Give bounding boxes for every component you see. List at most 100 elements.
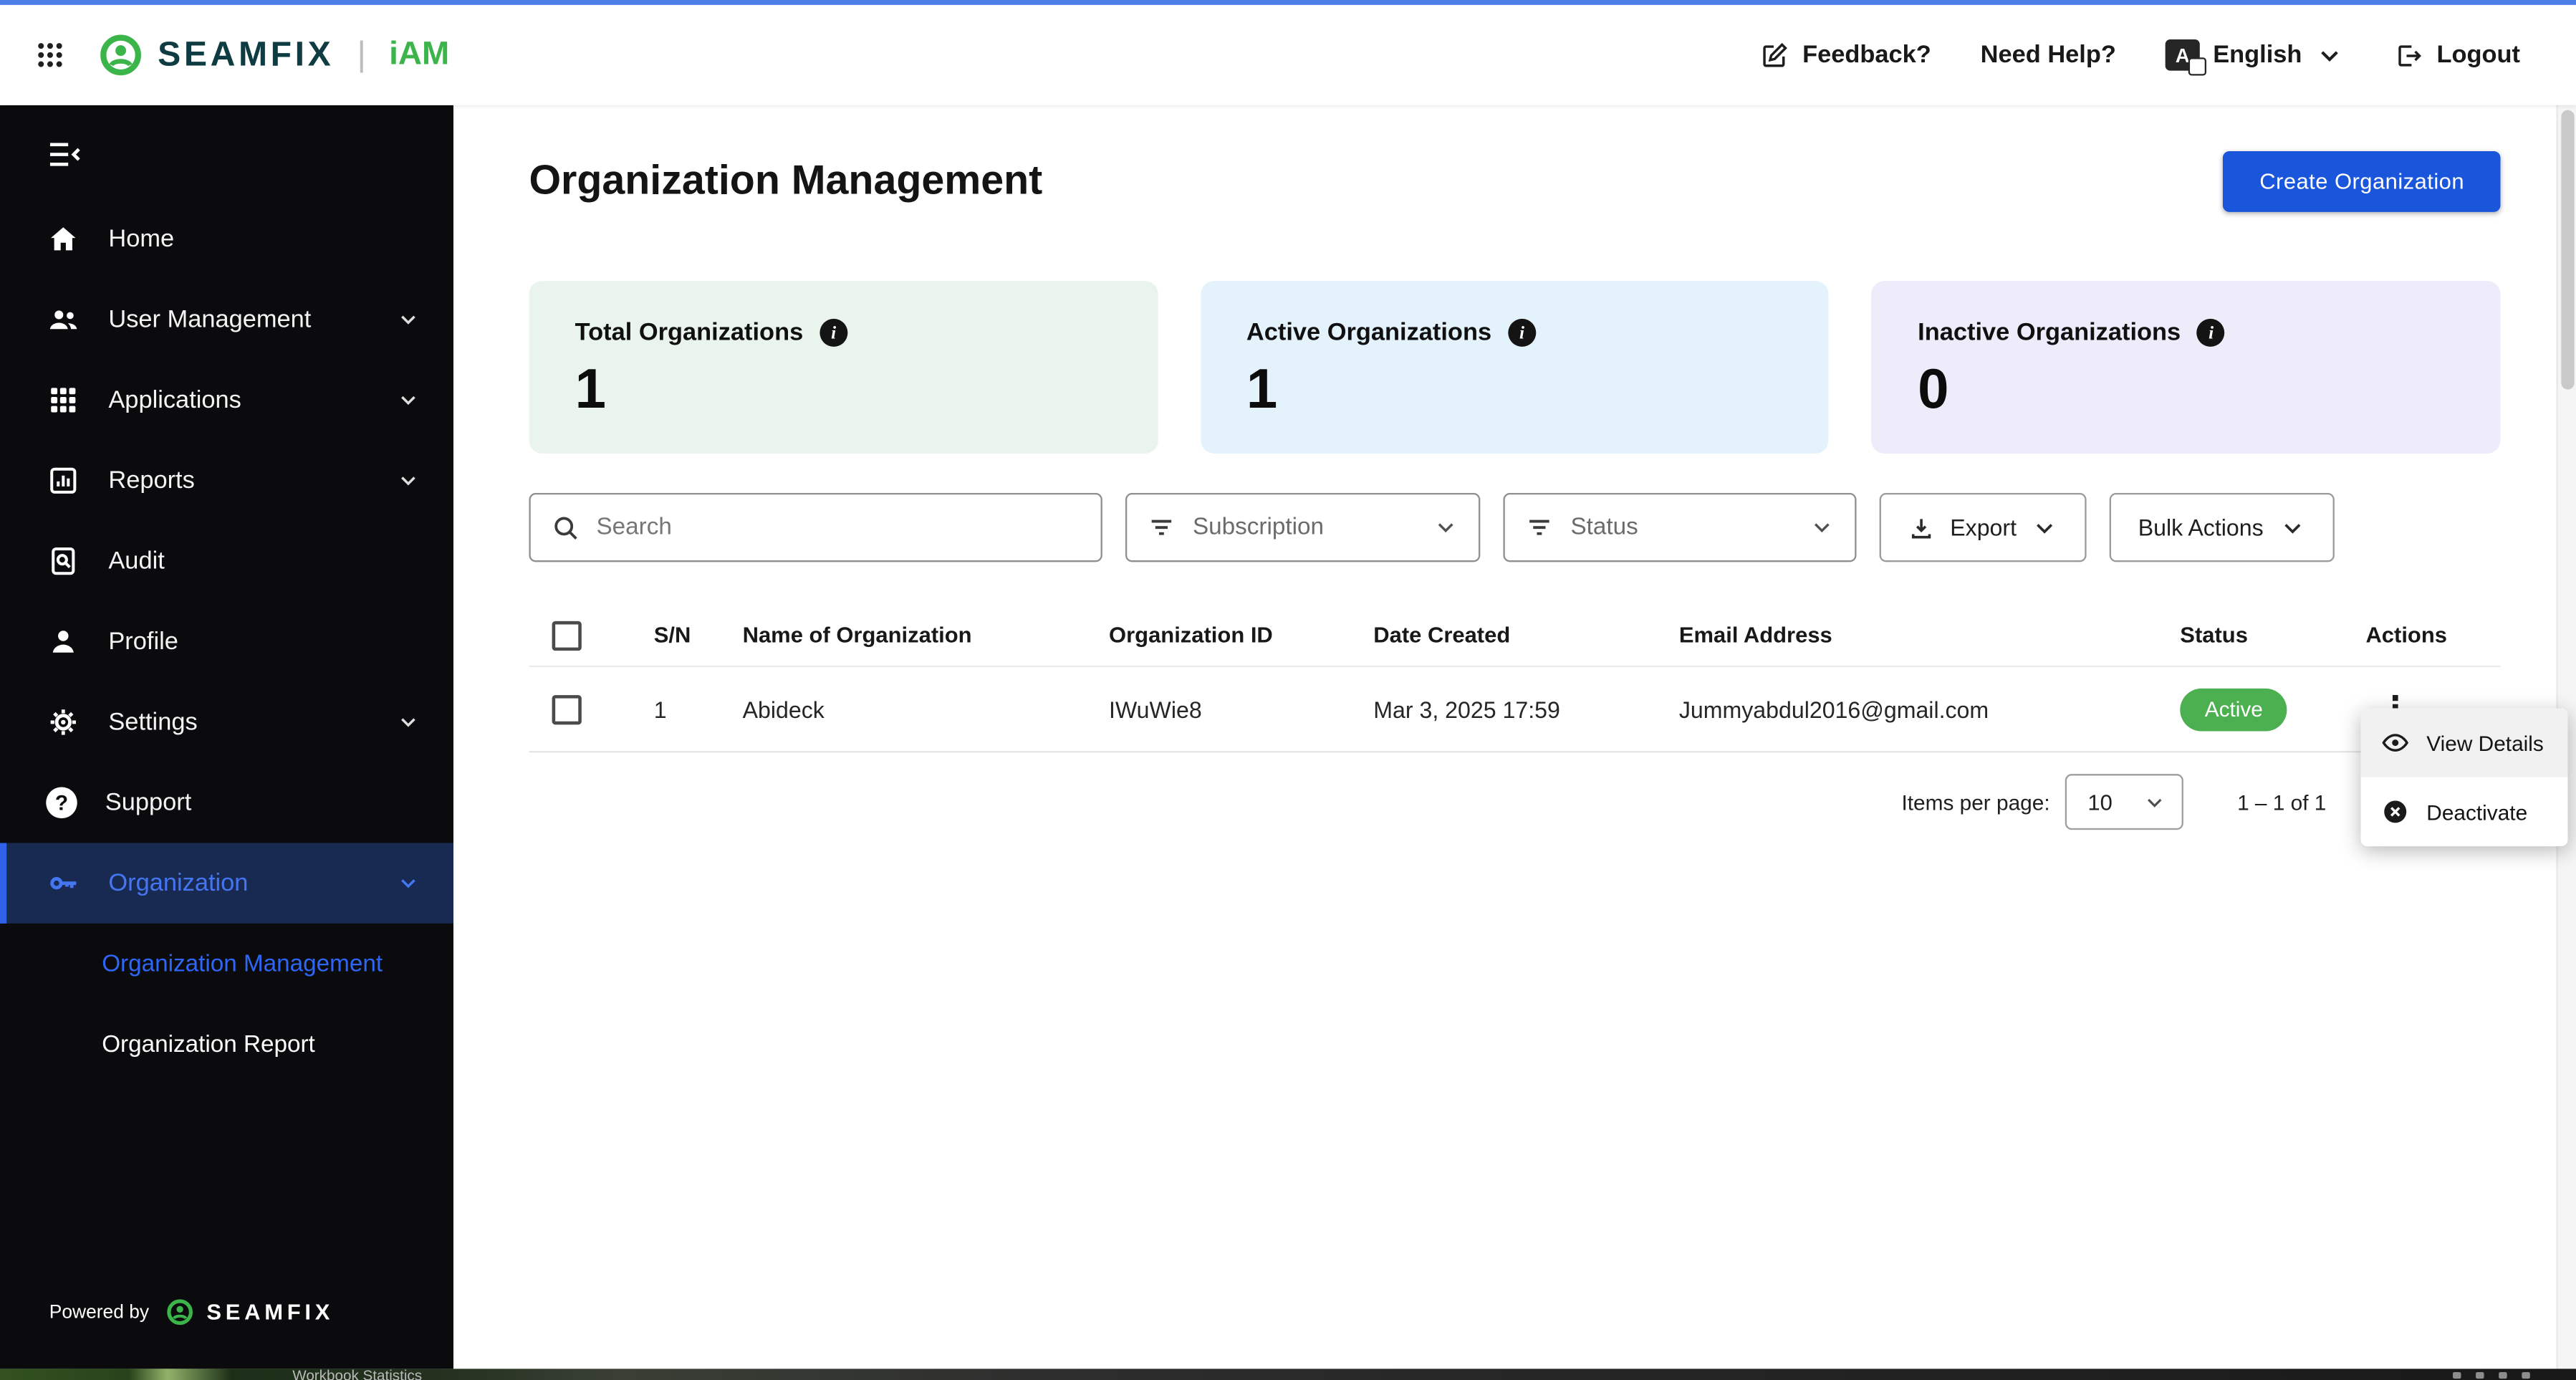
app-launcher-button[interactable] <box>23 27 79 83</box>
column-header-sn: S/N <box>653 623 691 648</box>
row-actions-menu: View Details Deactivate <box>2360 708 2568 847</box>
menu-item-label: View Details <box>2426 730 2544 755</box>
info-icon[interactable]: i <box>1508 318 1537 347</box>
page-scrollbar[interactable] <box>2556 4 2576 1369</box>
status-filter-dropdown[interactable]: Status <box>1503 493 1857 562</box>
powered-by-label: Powered by <box>49 1302 150 1323</box>
chevron-down-icon <box>396 469 420 493</box>
chevron-down-icon <box>396 388 420 412</box>
row-checkbox[interactable] <box>552 694 582 724</box>
logout-button[interactable]: Logout <box>2394 40 2520 70</box>
stat-label: Inactive Organizations <box>1918 318 2181 347</box>
scrollbar-thumb[interactable] <box>2561 110 2575 390</box>
column-header-actions: Actions <box>2365 623 2448 648</box>
stat-card-active-organizations: Active Organizations i 1 <box>1200 281 1830 454</box>
app-header: SEAMFIX | iAM Feedback? Need Help? A Eng… <box>0 4 2576 105</box>
cell-sn: 1 <box>653 696 667 722</box>
chevron-down-icon <box>396 307 420 332</box>
audit-doc-icon <box>46 544 80 578</box>
bulk-actions-button[interactable]: Bulk Actions <box>2110 493 2335 562</box>
chevron-down-icon <box>396 871 420 895</box>
key-icon <box>46 866 80 901</box>
chart-icon <box>46 464 80 498</box>
menu-item-deactivate[interactable]: Deactivate <box>2360 777 2568 847</box>
items-per-page-value: 10 <box>2087 789 2113 815</box>
need-help-link[interactable]: Need Help? <box>1981 41 2116 69</box>
brand-logo[interactable]: SEAMFIX | iAM <box>99 33 450 77</box>
info-icon[interactable]: i <box>2197 318 2226 347</box>
sidebar-item-reports[interactable]: Reports <box>0 441 453 521</box>
items-per-page-select[interactable]: 10 <box>2065 774 2183 830</box>
language-label: English <box>2213 41 2302 70</box>
sidebar-item-label: Applications <box>108 385 241 414</box>
sidebar-item-label: Reports <box>108 466 195 495</box>
language-selector[interactable]: A English <box>2165 39 2345 76</box>
search-input[interactable] <box>596 514 1082 541</box>
create-organization-button[interactable]: Create Organization <box>2223 150 2501 212</box>
powered-by: Powered by SEAMFIX <box>49 1298 334 1326</box>
stat-value: 0 <box>1918 358 1949 421</box>
status-filter-label: Status <box>1570 514 1638 541</box>
chevron-down-icon <box>2032 514 2060 542</box>
stat-card-inactive-organizations: Inactive Organizations i 0 <box>1871 281 2501 454</box>
sidebar-item-label: Organization <box>108 869 249 898</box>
subscription-filter-dropdown[interactable]: Subscription <box>1125 493 1481 562</box>
sidebar-subitem-label: Organization Management <box>102 950 383 977</box>
sidebar: Home User Management Applications Report… <box>0 105 453 1369</box>
organizations-table: S/N Name of Organization Organization ID… <box>529 605 2501 753</box>
brand-divider: | <box>357 35 366 74</box>
info-icon[interactable]: i <box>820 318 848 347</box>
pagination: Items per page: 10 1 – 1 of 1 <box>529 774 2500 830</box>
sidebar-subitem-organization-management[interactable]: Organization Management <box>0 924 453 1004</box>
column-header-date-created: Date Created <box>1373 623 1511 648</box>
filter-icon <box>1524 513 1554 542</box>
table-row: 1 Abideck IWuWie8 Mar 3, 2025 17:59 Jumm… <box>529 667 2501 753</box>
sidebar-item-user-management[interactable]: User Management <box>0 279 453 360</box>
sidebar-collapse-button[interactable] <box>43 135 86 174</box>
brand-company-name: SEAMFIX <box>158 35 335 74</box>
window-accent-strip <box>0 0 2576 5</box>
cell-email: Jummyabdul2016@gmail.com <box>1678 696 1989 722</box>
person-icon <box>46 624 80 658</box>
stat-label: Active Organizations <box>1246 318 1492 347</box>
main-content: Organization Management Create Organizat… <box>453 105 2557 1369</box>
feedback-link[interactable]: Feedback? <box>1759 40 1931 70</box>
chevron-down-icon <box>2278 514 2306 542</box>
sidebar-subitem-label: Organization Report <box>102 1031 315 1058</box>
search-icon <box>550 513 580 542</box>
chevron-down-icon <box>1433 514 1459 541</box>
seamfix-logo-icon <box>165 1298 193 1326</box>
sidebar-item-label: User Management <box>108 305 312 334</box>
cell-org-id: IWuWie8 <box>1109 696 1202 722</box>
sidebar-subitem-organization-report[interactable]: Organization Report <box>0 1004 453 1084</box>
sidebar-item-label: Home <box>108 225 175 254</box>
sidebar-item-applications[interactable]: Applications <box>0 360 453 440</box>
brand-product-name: iAM <box>389 36 450 72</box>
apps-squares-icon <box>46 383 80 417</box>
select-all-checkbox[interactable] <box>552 620 582 651</box>
sidebar-item-settings[interactable]: Settings <box>0 682 453 762</box>
sidebar-item-audit[interactable]: Audit <box>0 521 453 601</box>
stat-value: 1 <box>575 358 607 421</box>
header-actions: Feedback? Need Help? A English Logout <box>1759 39 2520 76</box>
translate-icon: A <box>2165 39 2207 76</box>
screen: SEAMFIX | iAM Feedback? Need Help? A Eng… <box>0 0 2576 1380</box>
column-header-org-id: Organization ID <box>1109 623 1273 648</box>
eye-icon <box>2380 728 2410 757</box>
export-button[interactable]: Export <box>1879 493 2087 562</box>
menu-item-view-details[interactable]: View Details <box>2360 708 2568 777</box>
header-left: SEAMFIX | iAM <box>23 27 449 83</box>
logout-label: Logout <box>2436 41 2521 70</box>
background-window-text: Workbook Statistics <box>292 1369 423 1380</box>
export-label: Export <box>1950 514 2017 541</box>
home-icon <box>46 222 80 257</box>
sidebar-item-support[interactable]: ? Support <box>0 762 453 843</box>
feedback-label: Feedback? <box>1802 41 1931 70</box>
bulk-actions-label: Bulk Actions <box>2138 514 2264 541</box>
sidebar-item-profile[interactable]: Profile <box>0 601 453 681</box>
sidebar-item-organization[interactable]: Organization <box>0 843 453 924</box>
sidebar-item-home[interactable]: Home <box>0 198 453 279</box>
pagination-range: 1 – 1 of 1 <box>2237 789 2327 815</box>
sidebar-item-label: Settings <box>108 708 198 737</box>
filter-icon <box>1147 513 1176 542</box>
